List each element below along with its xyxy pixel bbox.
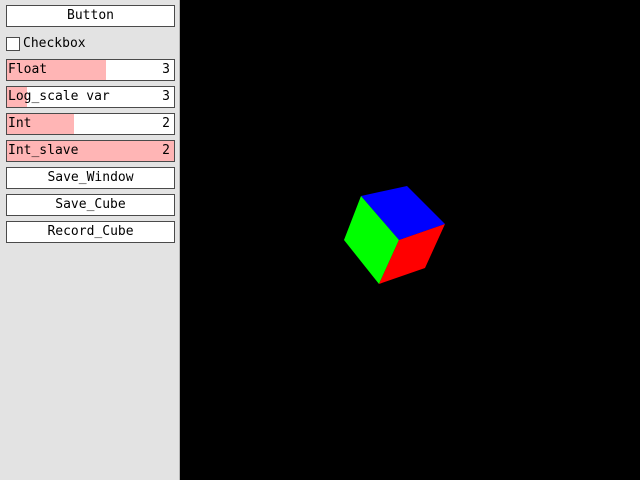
log-scale-slider-value: 3 [162,89,170,104]
int-slider-value: 2 [162,116,170,131]
float-slider-label: Float [8,62,48,77]
log-scale-slider[interactable]: Log_scale var 3 [6,86,175,108]
checkbox-label: Checkbox [23,36,86,51]
checkbox-box[interactable] [6,37,20,51]
record-cube-button[interactable]: Record_Cube [6,221,175,243]
save-cube-button[interactable]: Save_Cube [6,194,175,216]
checkbox-control[interactable]: Checkbox [6,35,86,53]
float-slider-value: 3 [162,62,170,77]
control-panel: Button Checkbox Float 3 Log_scale var 3 … [0,0,180,480]
int-slave-slider[interactable]: Int_slave 2 [6,140,175,162]
int-slave-slider-value: 2 [162,143,170,158]
int-slider-label: Int [8,116,32,131]
cube-canvas [344,186,445,284]
3d-viewport[interactable] [181,0,640,480]
log-scale-slider-label: Log_scale var [8,89,110,104]
int-slave-slider-label: Int_slave [8,143,79,158]
float-slider[interactable]: Float 3 [6,59,175,81]
save-window-button[interactable]: Save_Window [6,167,175,189]
button[interactable]: Button [6,5,175,27]
app-window: Button Checkbox Float 3 Log_scale var 3 … [0,0,640,480]
int-slider[interactable]: Int 2 [6,113,175,135]
